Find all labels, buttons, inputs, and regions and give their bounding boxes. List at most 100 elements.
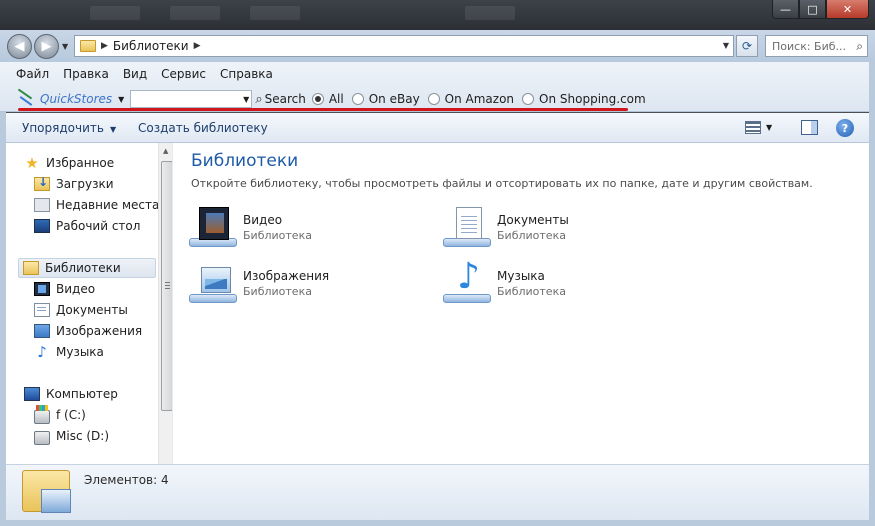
minimize-button[interactable]: — xyxy=(772,0,799,19)
item-count: Элементов: 4 xyxy=(84,473,169,487)
sidebar-item-label: Избранное xyxy=(46,156,115,170)
taskbar-ghost xyxy=(250,6,300,20)
downloads-folder-icon xyxy=(34,175,50,191)
sidebar-item-drive-d[interactable]: Misc (D:) xyxy=(34,427,109,445)
menu-bar: Файл Правка Вид Сервис Справка xyxy=(16,67,287,81)
sidebar-item-favorites[interactable]: ★ Избранное xyxy=(24,154,114,172)
radio-label: On Shopping.com xyxy=(539,92,646,106)
search-button-label: Search xyxy=(264,92,306,106)
page-description: Откройте библиотеку, чтобы просмотреть ф… xyxy=(191,177,813,190)
chevron-down-icon: ▼ xyxy=(109,125,117,134)
new-library-button[interactable]: Создать библиотеку xyxy=(138,121,268,135)
quickstores-search-input[interactable]: ▼ xyxy=(130,90,253,108)
pictures-library-icon xyxy=(189,263,239,305)
history-dropdown-icon[interactable]: ▼ xyxy=(62,42,68,51)
organize-button[interactable]: Упорядочить ▼ xyxy=(22,121,116,135)
sidebar-item-label: Музыка xyxy=(56,345,104,359)
help-button[interactable]: ? xyxy=(836,119,854,137)
sidebar-item-downloads[interactable]: Загрузки xyxy=(34,175,114,193)
sidebar-item-label: Недавние места xyxy=(56,198,160,212)
sidebar-item-label: Документы xyxy=(56,303,128,317)
help-icon: ? xyxy=(841,121,849,135)
quickstores-search-button[interactable]: ⌕ Search xyxy=(255,92,306,107)
refresh-button[interactable]: ⟳ xyxy=(736,35,758,57)
quickstores-logo-icon xyxy=(14,91,36,107)
star-icon: ★ xyxy=(25,154,39,172)
sidebar-item-libraries[interactable]: Библиотеки xyxy=(18,258,156,278)
breadcrumb-separator-icon[interactable]: ▶ xyxy=(101,41,108,51)
sidebar-item-label: Рабочий стол xyxy=(56,219,141,233)
sidebar-item-recent-places[interactable]: Недавние места xyxy=(34,196,159,214)
sidebar-item-pictures[interactable]: Изображения xyxy=(34,322,142,340)
maximize-icon: □ xyxy=(807,2,818,16)
chevron-down-icon: ▼ xyxy=(766,123,773,132)
radio-icon xyxy=(427,93,440,105)
drive-icon xyxy=(34,431,50,445)
radio-ebay[interactable]: On eBay xyxy=(351,92,420,106)
recent-places-icon xyxy=(34,198,50,212)
library-type: Библиотека xyxy=(243,285,312,298)
search-input[interactable]: Поиск: Биб... ⌕ xyxy=(765,35,868,57)
taskbar-ghost xyxy=(465,6,515,20)
sidebar-item-label: Загрузки xyxy=(56,177,114,191)
scroll-up-icon[interactable]: ▲ xyxy=(163,147,168,155)
annotation-underline xyxy=(18,108,628,111)
system-drive-icon xyxy=(34,405,50,424)
breadcrumb-libraries[interactable]: Библиотеки xyxy=(113,39,189,53)
quickstores-name[interactable]: QuickStores xyxy=(40,92,112,106)
back-arrow-icon: ◀ xyxy=(14,39,25,54)
sidebar-item-desktop[interactable]: Рабочий стол xyxy=(34,217,140,235)
video-icon xyxy=(34,282,50,296)
sidebar-item-label: Компьютер xyxy=(46,387,118,401)
sidebar-item-label: Видео xyxy=(56,282,96,296)
chevron-down-icon[interactable]: ▼ xyxy=(243,95,249,104)
forward-button[interactable]: ▶ xyxy=(34,34,59,59)
search-icon[interactable]: ⌕ xyxy=(856,39,863,54)
page-title: Библиотеки xyxy=(191,151,299,171)
address-bar[interactable]: ▶ Библиотеки ▶ ▼ xyxy=(74,35,734,57)
sidebar-item-computer[interactable]: Компьютер xyxy=(24,385,118,403)
menu-edit[interactable]: Правка xyxy=(63,67,109,81)
menu-view[interactable]: Вид xyxy=(123,67,147,81)
breadcrumb-separator-icon[interactable]: ▶ xyxy=(194,41,201,51)
address-dropdown-icon[interactable]: ▼ xyxy=(723,41,729,50)
folder-icon xyxy=(80,40,96,52)
library-item-pictures[interactable]: Изображения Библиотека xyxy=(189,263,329,305)
menu-tools[interactable]: Сервис xyxy=(161,67,206,81)
library-type: Библиотека xyxy=(497,285,566,298)
radio-shopping[interactable]: On Shopping.com xyxy=(522,92,646,106)
content-pane: Библиотеки Откройте библиотеку, чтобы пр… xyxy=(172,143,869,464)
menu-file[interactable]: Файл xyxy=(16,67,49,81)
radio-icon xyxy=(311,93,324,105)
refresh-icon: ⟳ xyxy=(741,39,753,53)
menu-toolbar-area: Файл Правка Вид Сервис Справка QuickStor… xyxy=(0,62,875,112)
grip-icon xyxy=(165,282,170,291)
title-bar: — □ ✕ xyxy=(0,0,875,30)
documents-icon xyxy=(34,303,50,317)
sidebar-item-video[interactable]: Видео xyxy=(34,280,95,298)
sidebar-item-label: f (C:) xyxy=(56,408,86,422)
radio-all[interactable]: All xyxy=(311,92,344,106)
library-item-video[interactable]: Видео Библиотека xyxy=(189,207,312,249)
library-item-music[interactable]: ♪ Музыка Библиотека xyxy=(443,259,566,305)
radio-icon xyxy=(351,93,364,105)
sidebar-item-documents[interactable]: Документы xyxy=(34,301,128,319)
back-button[interactable]: ◀ xyxy=(7,34,32,59)
window-controls: — □ ✕ xyxy=(772,0,869,19)
minimize-icon: — xyxy=(780,2,791,16)
menu-help[interactable]: Справка xyxy=(220,67,273,81)
maximize-button[interactable]: □ xyxy=(799,0,826,19)
library-item-documents[interactable]: Документы Библиотека xyxy=(443,207,569,249)
sidebar-item-drive-c[interactable]: f (C:) xyxy=(34,405,86,424)
preview-pane-button[interactable] xyxy=(801,120,818,135)
sidebar-item-music[interactable]: ♪ Музыка xyxy=(34,343,104,361)
close-button[interactable]: ✕ xyxy=(826,0,869,19)
radio-icon xyxy=(522,93,535,105)
change-view-button[interactable]: ▼ xyxy=(745,121,772,134)
music-note-icon: ♪ xyxy=(37,343,47,361)
radio-amazon[interactable]: On Amazon xyxy=(427,92,514,106)
forward-arrow-icon: ▶ xyxy=(41,39,52,54)
library-type: Библиотека xyxy=(497,229,566,242)
library-name: Музыка xyxy=(497,269,545,283)
quickstores-menu-icon[interactable]: ▼ xyxy=(118,95,124,104)
